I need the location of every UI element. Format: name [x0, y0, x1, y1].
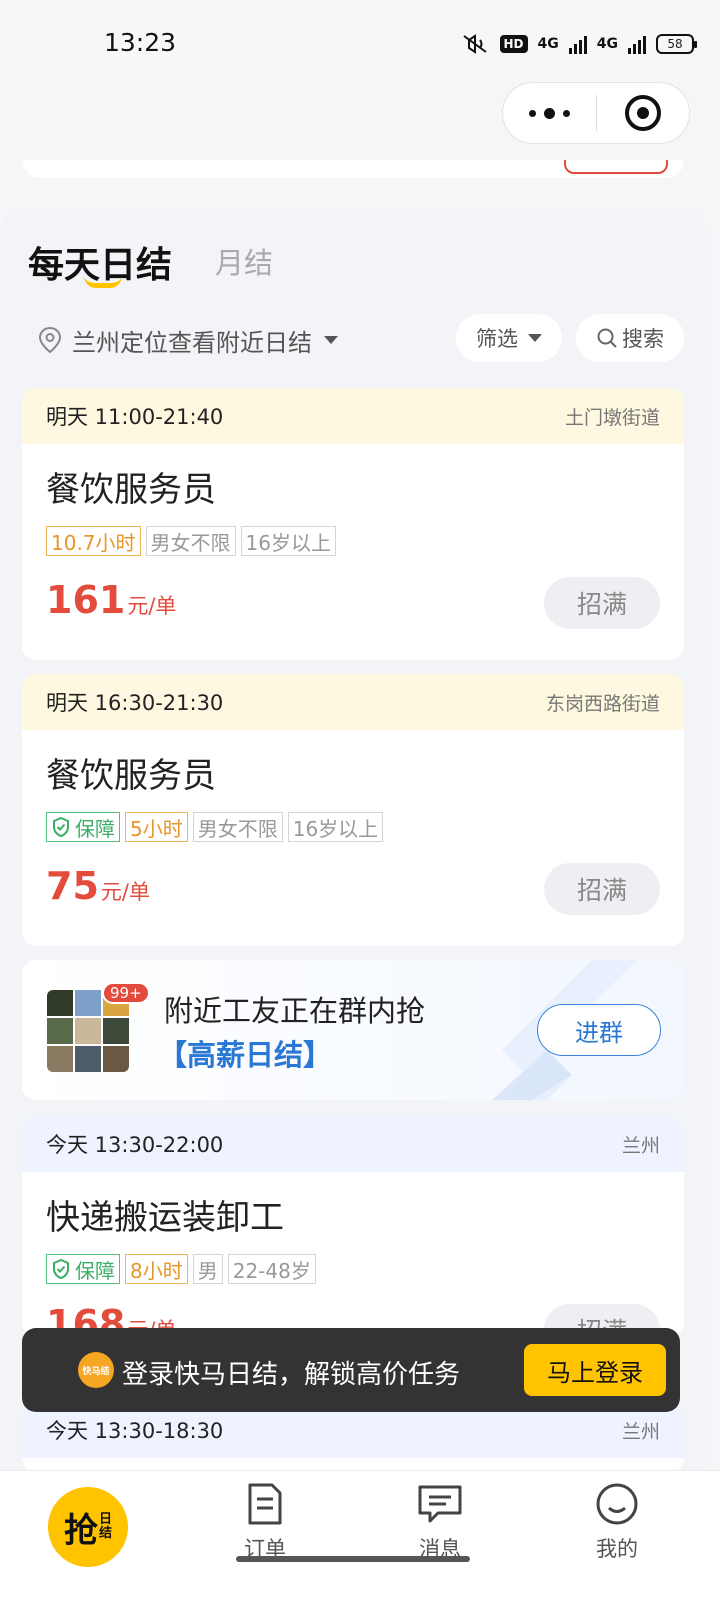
login-prompt-text: 登录快马日结，解锁高价任务	[122, 1360, 461, 1390]
hours-tag: 8小时	[125, 1254, 188, 1284]
tab-mine-label: 我的	[596, 1537, 638, 1561]
network-label-1: 4G	[537, 36, 559, 52]
gender-tag: 男女不限	[192, 812, 283, 842]
search-label: 搜索	[622, 327, 664, 351]
message-bubble-icon	[418, 1485, 462, 1523]
age-tag: 22-48岁	[227, 1254, 316, 1284]
search-icon	[597, 328, 617, 348]
full-status-button[interactable]: 招满	[544, 863, 660, 915]
job-title: 快递搬运装卸工	[46, 1198, 284, 1238]
job-time: 明天 16:30-21:30	[46, 691, 224, 715]
price-unit: 元/单	[100, 880, 150, 904]
banner-title: 附近工友正在群内抢	[164, 994, 426, 1028]
target-close-icon[interactable]	[597, 83, 689, 143]
job-tags: 保障 8小时 男 22-48岁	[46, 1254, 316, 1284]
job-time: 明天 11:00-21:40	[46, 405, 224, 429]
order-document-icon	[248, 1483, 282, 1525]
search-button[interactable]: 搜索	[576, 314, 684, 362]
location-pin-icon	[38, 326, 62, 354]
job-card-header: 今天 13:30-22:00 兰州	[22, 1116, 684, 1172]
gender-tag: 男	[192, 1254, 223, 1284]
job-tags: 保障 5小时 男女不限 16岁以上	[46, 812, 384, 842]
chevron-down-icon	[324, 336, 338, 344]
signal-icon	[568, 34, 587, 54]
tab-orders[interactable]: 订单	[225, 1481, 305, 1563]
chevron-down-icon	[528, 334, 542, 342]
previous-card-button[interactable]	[564, 160, 668, 174]
job-card[interactable]: 明天 11:00-21:40 土门墩街道 餐饮服务员 10.7小时 男女不限 1…	[22, 388, 684, 660]
unread-badge: 99+	[102, 982, 150, 1004]
previous-card-bottom	[22, 160, 684, 178]
job-card-header: 明天 16:30-21:30 东岗西路街道	[22, 674, 684, 730]
job-title: 餐饮服务员	[46, 756, 216, 796]
job-area: 东岗西路街道	[545, 692, 660, 715]
home-indicator[interactable]	[236, 1556, 470, 1562]
guarantee-label: 保障	[75, 1258, 115, 1283]
location-text: 兰州定位查看附近日结	[72, 328, 312, 357]
price-value: 75	[46, 864, 99, 908]
miniprogram-capsule	[502, 82, 690, 144]
status-time: 13:23	[104, 28, 177, 57]
mute-icon	[462, 34, 487, 54]
guarantee-tag: 保障	[46, 1254, 120, 1284]
price-unit: 元/单	[127, 594, 177, 618]
status-icons: HD 4G 4G 58	[460, 30, 697, 58]
hours-tag: 10.7小时	[46, 526, 141, 556]
job-title: 餐饮服务员	[46, 470, 216, 510]
full-status-button[interactable]: 招满	[544, 577, 660, 629]
job-card[interactable]: 今天 13:30-18:30 兰州	[22, 1402, 684, 1472]
guarantee-tag: 保障	[46, 812, 120, 842]
smile-face-icon	[596, 1483, 638, 1525]
login-button[interactable]: 马上登录	[524, 1344, 666, 1396]
job-area: 土门墩街道	[564, 406, 660, 429]
hd-voice-icon: HD	[499, 35, 528, 53]
tab-daily-indicator	[84, 276, 122, 288]
tab-monthly[interactable]: 月结	[215, 240, 273, 282]
group-banner[interactable]: 99+ 附近工友正在群内抢 【高薪日结】 进群	[22, 960, 684, 1100]
more-dots-icon[interactable]	[503, 83, 596, 143]
join-group-button[interactable]: 进群	[537, 1004, 661, 1056]
gender-tag: 男女不限	[145, 526, 236, 556]
battery-icon: 58	[656, 34, 697, 54]
job-price: 75 元/单	[46, 864, 150, 908]
signal-icon-2	[628, 34, 646, 54]
job-price: 161 元/单	[46, 578, 176, 622]
job-area: 兰州	[621, 1420, 660, 1443]
hours-tag: 5小时	[125, 812, 188, 842]
job-card-header: 明天 11:00-21:40 土门墩街道	[22, 388, 684, 444]
job-time: 今天 13:30-18:30	[46, 1419, 224, 1443]
guarantee-label: 保障	[75, 816, 115, 841]
age-tag: 16岁以上	[287, 812, 384, 842]
login-toast: 快马结 登录快马日结，解锁高价任务 马上登录	[22, 1328, 680, 1412]
tab-grab-jobs[interactable]: 抢 日 结	[30, 1477, 150, 1597]
job-card[interactable]: 明天 16:30-21:30 东岗西路街道 餐饮服务员 保障 5小时 男女不限 …	[22, 674, 684, 946]
job-time: 今天 13:30-22:00	[46, 1133, 224, 1157]
filter-button[interactable]: 筛选	[456, 314, 562, 362]
filter-label: 筛选	[476, 327, 518, 351]
price-value: 161	[46, 578, 126, 622]
grab-jobs-icon: 抢 日 结	[48, 1487, 128, 1567]
grab-jobs-small-text: 日 结	[98, 1512, 112, 1541]
bottom-tab-bar: 抢 日 结 订单 消息 我的	[0, 1470, 720, 1600]
banner-highlight: 【高薪日结】	[158, 1038, 333, 1072]
age-tag: 16岁以上	[240, 526, 336, 556]
job-area: 兰州	[621, 1134, 660, 1157]
location-selector[interactable]: 兰州定位查看附近日结	[36, 320, 338, 360]
grab-jobs-big-text: 抢	[63, 1510, 98, 1551]
shield-check-icon	[53, 816, 69, 838]
app-logo-icon: 快马结	[78, 1352, 114, 1388]
job-tags: 10.7小时 男女不限 16岁以上	[46, 526, 336, 556]
app-logo-text: 快马结	[82, 1366, 110, 1377]
tab-messages[interactable]: 消息	[400, 1481, 480, 1563]
job-card[interactable]: 今天 13:30-22:00 兰州 快递搬运装卸工 保障 8小时 男 22-48…	[22, 1116, 684, 1336]
tab-mine[interactable]: 我的	[577, 1481, 657, 1563]
network-label-2: 4G	[596, 36, 618, 52]
shield-check-icon	[53, 1258, 69, 1280]
status-bar: 13:23 HD 4G 4G 58	[0, 0, 720, 80]
